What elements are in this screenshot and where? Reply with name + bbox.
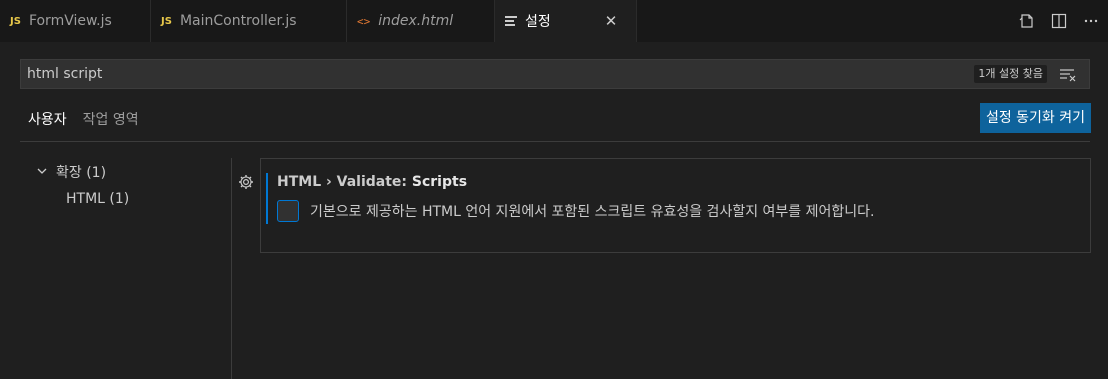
- toc-item-label: 확장 (1): [56, 165, 107, 181]
- tab-label: FormView.js: [28, 13, 112, 29]
- tab-formview-js[interactable]: JS FormView.js: [0, 0, 151, 42]
- toc-item-label: HTML (1): [66, 191, 130, 207]
- setting-name: Scripts: [411, 174, 468, 190]
- settings-search-box: 1개 설정 찾음: [20, 59, 1090, 89]
- gear-icon[interactable]: [237, 173, 255, 195]
- settings-scope-tabs: 사용자 작업 영역: [20, 100, 147, 142]
- more-actions-icon[interactable]: [1082, 12, 1100, 30]
- settings-search-input[interactable]: [27, 60, 927, 88]
- results-count-badge: 1개 설정 찾음: [974, 65, 1047, 83]
- setting-focus-indicator: [266, 173, 268, 224]
- js-file-icon: JS: [10, 15, 21, 27]
- tab-settings[interactable]: 설정 ✕: [495, 0, 637, 42]
- js-file-icon: JS: [161, 15, 172, 27]
- toc-item-html[interactable]: HTML (1): [20, 186, 230, 212]
- tab-index-html[interactable]: <> index.html: [347, 0, 495, 42]
- tab-maincontroller-js[interactable]: JS MainController.js: [151, 0, 347, 42]
- html-file-icon: <>: [357, 14, 371, 28]
- toc-item-extensions[interactable]: 확장 (1): [20, 160, 230, 186]
- chevron-down-icon: [36, 160, 48, 186]
- open-settings-json-icon[interactable]: [1018, 12, 1036, 30]
- split-editor-icon[interactable]: [1050, 12, 1068, 30]
- editor-tab-bar: JS FormView.js JS MainController.js <> i…: [0, 0, 1108, 42]
- clear-filter-icon[interactable]: [1059, 68, 1077, 86]
- editor-actions: [1018, 0, 1100, 42]
- setting-category: HTML › Validate:: [277, 174, 412, 190]
- close-icon[interactable]: ✕: [605, 12, 618, 30]
- tab-user[interactable]: 사용자: [20, 100, 75, 142]
- tab-label: MainController.js: [179, 13, 297, 29]
- tab-workspace[interactable]: 작업 영역: [75, 100, 147, 142]
- setting-description: 기본으로 제공하는 HTML 언어 지원에서 포함된 스크립트 유효성을 검사할…: [310, 204, 875, 220]
- setting-title: HTML › Validate: Scripts: [277, 174, 467, 190]
- scope-divider: [20, 141, 1090, 142]
- settings-file-icon: [505, 16, 517, 26]
- toc-sash[interactable]: [231, 158, 232, 379]
- validate-scripts-checkbox[interactable]: [277, 200, 299, 222]
- tab-label: index.html: [378, 13, 454, 29]
- tab-label: 설정: [525, 14, 551, 30]
- settings-toc: 확장 (1) HTML (1): [20, 160, 230, 212]
- turn-on-settings-sync-button[interactable]: 설정 동기화 켜기: [979, 103, 1091, 133]
